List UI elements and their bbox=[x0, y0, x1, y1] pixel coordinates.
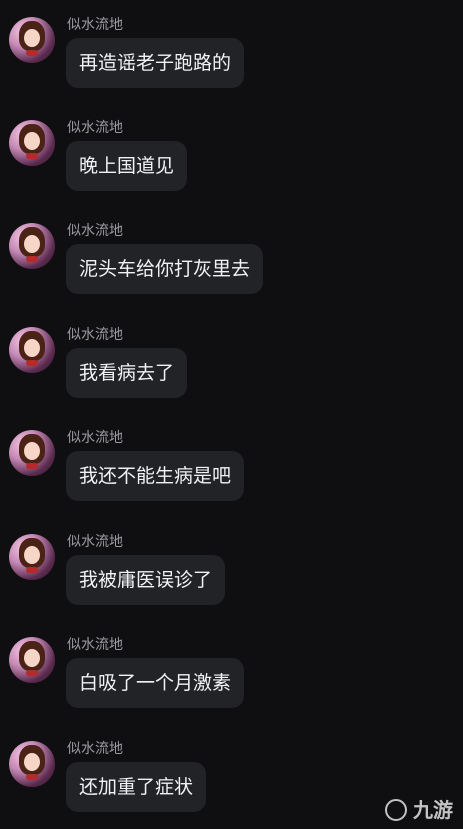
message-row: 似水流地 我还不能生病是吧 bbox=[0, 429, 463, 529]
sender-name: 似水流地 bbox=[67, 741, 123, 757]
sender-name: 似水流地 bbox=[67, 534, 123, 550]
sender-name: 似水流地 bbox=[67, 637, 123, 653]
message-bubble[interactable]: 还加重了症状 bbox=[66, 762, 207, 812]
message-bubble[interactable]: 我被庸医误诊了 bbox=[66, 555, 226, 605]
message-row: 似水流地 白吸了一个月激素 bbox=[0, 636, 463, 736]
message-row: 似水流地 我看病去了 bbox=[0, 326, 463, 426]
sender-name: 似水流地 bbox=[67, 223, 123, 239]
watermark-text: 九游 bbox=[413, 798, 453, 822]
sender-name: 似水流地 bbox=[67, 327, 123, 343]
sender-name: 似水流地 bbox=[67, 120, 123, 136]
message-bubble[interactable]: 泥头车给你打灰里去 bbox=[66, 244, 264, 294]
avatar[interactable] bbox=[9, 741, 55, 787]
message-row: 似水流地 再造谣老子跑路的 bbox=[0, 16, 463, 116]
message-bubble[interactable]: 我看病去了 bbox=[66, 348, 188, 398]
message-bubble[interactable]: 我还不能生病是吧 bbox=[66, 451, 245, 501]
avatar[interactable] bbox=[9, 534, 55, 580]
message-bubble[interactable]: 晚上国道见 bbox=[66, 141, 188, 191]
avatar[interactable] bbox=[9, 637, 55, 683]
avatar[interactable] bbox=[9, 327, 55, 373]
sender-name: 似水流地 bbox=[67, 17, 123, 33]
sender-name: 似水流地 bbox=[67, 430, 123, 446]
avatar[interactable] bbox=[9, 430, 55, 476]
message-row: 似水流地 晚上国道见 bbox=[0, 119, 463, 219]
avatar[interactable] bbox=[9, 120, 55, 166]
avatar[interactable] bbox=[9, 17, 55, 63]
message-bubble[interactable]: 白吸了一个月激素 bbox=[66, 658, 245, 708]
watermark: 九游 bbox=[385, 799, 453, 821]
message-bubble[interactable]: 再造谣老子跑路的 bbox=[66, 38, 245, 88]
avatar[interactable] bbox=[9, 223, 55, 269]
jiuyou-logo-icon bbox=[385, 799, 407, 821]
chat-thread: 似水流地 再造谣老子跑路的 似水流地 晚上国道见 似水流地 泥头车给你打灰里去 … bbox=[0, 0, 463, 829]
message-row: 似水流地 我被庸医误诊了 bbox=[0, 533, 463, 633]
message-row: 似水流地 泥头车给你打灰里去 bbox=[0, 222, 463, 322]
